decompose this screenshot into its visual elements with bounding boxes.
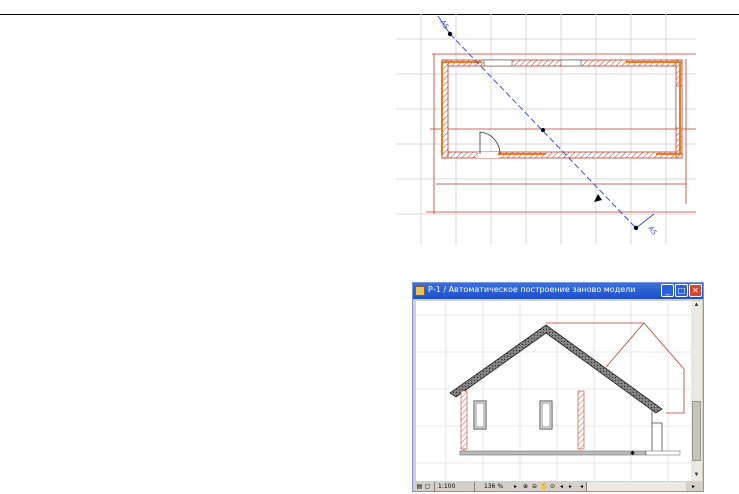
elevation-window[interactable]: Р-1 / Автоматическое построение заново м… xyxy=(412,282,704,492)
zoom-prev-icon[interactable]: ◂ xyxy=(558,483,565,490)
zoom-fit-icon[interactable]: ⊙ xyxy=(549,483,556,490)
zoom-next-icon[interactable]: ▸ xyxy=(567,483,574,490)
plan-door[interactable] xyxy=(478,131,501,158)
window-statusbar: ▤ ▢ 1:100 136 % ▸ ⊕ ⊖ ✋ ⊙ ◂ ▸ ◂ ▸ xyxy=(414,482,702,491)
layer-icon[interactable]: ▤ xyxy=(416,483,423,490)
maximize-button[interactable]: □ xyxy=(675,284,688,297)
zoom-in-icon[interactable]: ⊕ xyxy=(522,483,529,490)
window-title: Р-1 / Автоматическое построение заново м… xyxy=(428,285,636,294)
window-app-icon xyxy=(415,286,425,296)
foundation xyxy=(459,450,647,456)
elevation-canvas[interactable]: ✱ xyxy=(416,301,691,481)
minimize-button[interactable]: _ xyxy=(661,284,674,297)
zoom-readout[interactable]: 136 % xyxy=(484,482,503,491)
wall-section-left xyxy=(460,390,468,450)
play-icon[interactable]: ▸ xyxy=(512,483,519,490)
wall-section-mid xyxy=(577,390,585,450)
section-label-top: А5 xyxy=(438,19,450,31)
section-outline xyxy=(546,322,685,414)
close-button[interactable]: ✕ xyxy=(689,284,702,297)
svg-text:✱: ✱ xyxy=(630,450,635,457)
hscroll-right-icon[interactable]: ▸ xyxy=(690,483,697,490)
view-icon[interactable]: ▢ xyxy=(424,483,431,490)
floor-plan-view[interactable]: А5 А5 xyxy=(396,14,696,244)
pan-icon[interactable]: ✋ xyxy=(540,483,547,490)
roof[interactable] xyxy=(449,324,663,414)
section-label-bottom: А5 xyxy=(646,225,658,237)
vertical-scrollbar[interactable]: ▲ ▼ xyxy=(691,301,702,481)
scale-readout[interactable]: 1:100 xyxy=(438,482,455,491)
hscroll-left-icon[interactable]: ◂ xyxy=(578,483,585,490)
window-titlebar[interactable]: Р-1 / Автоматическое построение заново м… xyxy=(413,283,703,299)
house-walls[interactable] xyxy=(463,397,663,453)
section-line-a5[interactable] xyxy=(437,15,655,231)
elevation-drawing: ✱ xyxy=(416,301,691,481)
zoom-out-icon[interactable]: ⊖ xyxy=(531,483,538,490)
scroll-thumb[interactable] xyxy=(692,401,701,461)
